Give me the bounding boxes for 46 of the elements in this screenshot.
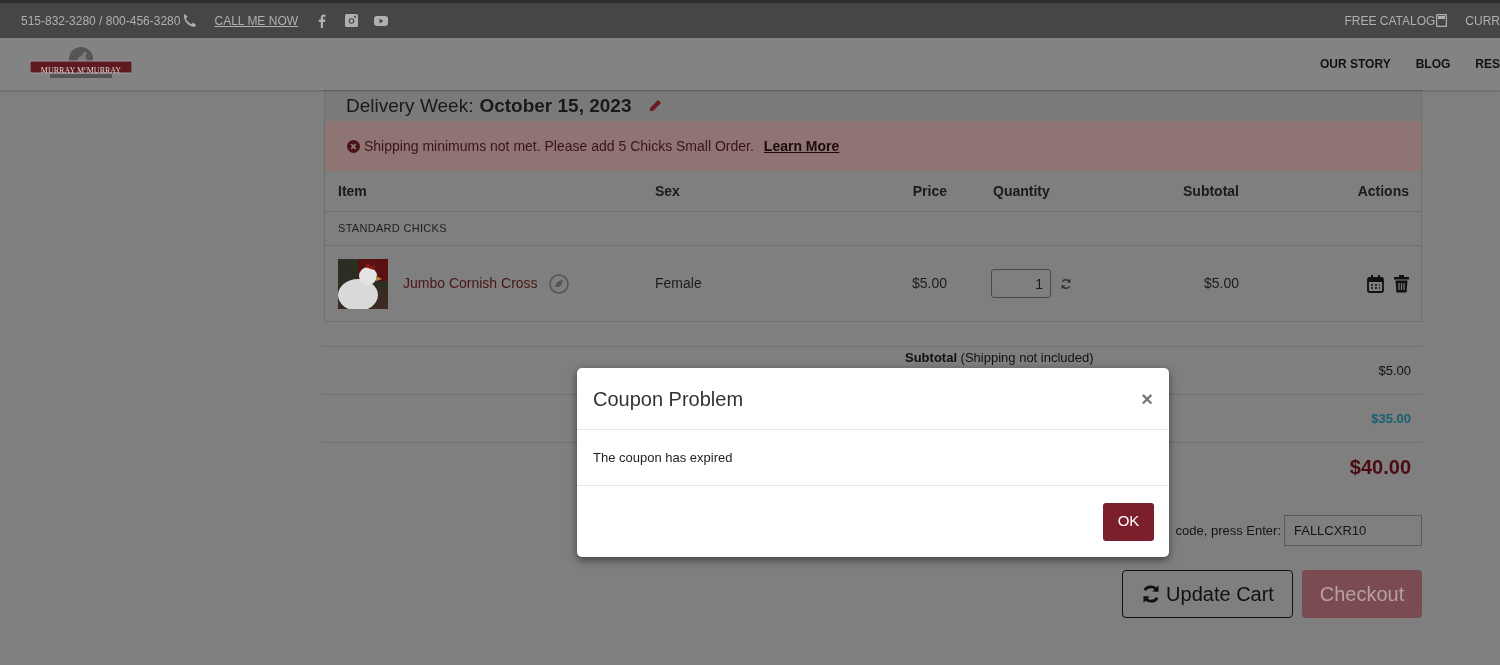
- close-button[interactable]: ×: [1141, 388, 1153, 409]
- column-header: Actions: [1357, 182, 1409, 199]
- dialog-title: Coupon Problem: [593, 386, 744, 412]
- video-play-icon[interactable]: [374, 15, 389, 26]
- ok-button[interactable]: OK: [1103, 502, 1154, 541]
- nav-link[interactable]: OUR STORY: [1319, 55, 1391, 73]
- trash-icon[interactable]: [1394, 274, 1409, 293]
- total-value: $40.00: [1349, 455, 1411, 480]
- subtotal-label: Subtotal (Shipping not included): [905, 350, 1094, 366]
- alert-message: Shipping minimums not met. Please add 5 Chicks Small Order.: [364, 136, 754, 156]
- error-icon: [347, 139, 360, 153]
- free-catalog-link[interactable]: FREE CATALOG: [1344, 11, 1436, 30]
- book-icon: [1436, 14, 1448, 27]
- quantity-input-field[interactable]: 1: [991, 269, 1051, 298]
- table-cell: Female: [655, 275, 702, 291]
- column-header: Quantity: [993, 182, 1050, 199]
- refresh-icon[interactable]: [1060, 277, 1072, 290]
- product-link[interactable]: Jumbo Cornish Cross: [403, 273, 538, 294]
- column-header: Sex: [655, 182, 680, 199]
- logo-text: MURRAY M$^{c}$MURRAY: [39, 65, 123, 77]
- column-header: Item: [338, 182, 367, 199]
- facebook-icon[interactable]: [318, 13, 327, 28]
- table-cell: $5.00: [911, 275, 947, 291]
- phone-icon: [182, 13, 198, 28]
- coupon-label: code, press Enter:: [1175, 521, 1281, 540]
- nav-link[interactable]: CURR: [1465, 11, 1500, 30]
- column-header: Subtotal: [1183, 182, 1239, 199]
- delivery-date: October 15, 2023: [479, 93, 632, 118]
- dialog-message: The coupon has expired: [593, 448, 733, 467]
- call-me-now-link[interactable]: CALL ME NOW: [214, 11, 299, 30]
- subtotal-value: $5.00: [1378, 361, 1411, 380]
- learn-more-link[interactable]: Learn More: [763, 135, 840, 157]
- nav-link[interactable]: BLOG: [1415, 55, 1451, 73]
- instagram-icon[interactable]: [345, 14, 359, 27]
- pencil-icon[interactable]: [647, 99, 662, 113]
- refresh-icon: [1141, 584, 1162, 604]
- table-cell: $5.00: [1203, 275, 1239, 291]
- phone-numbers: 515-832-3280 / 800-456-3280: [21, 12, 181, 30]
- calendar-icon[interactable]: [1367, 274, 1384, 293]
- delivery-week-label: Delivery Week:: [346, 93, 474, 118]
- coupon-input-field[interactable]: FALLCXR10: [1284, 515, 1422, 546]
- shipping-value: $35.00: [1371, 409, 1411, 428]
- category-label: STANDARD CHICKS: [338, 221, 447, 237]
- nav-link[interactable]: RES: [1475, 55, 1500, 73]
- column-header: Price: [912, 182, 947, 199]
- update-cart-button[interactable]: Update Cart: [1122, 570, 1293, 618]
